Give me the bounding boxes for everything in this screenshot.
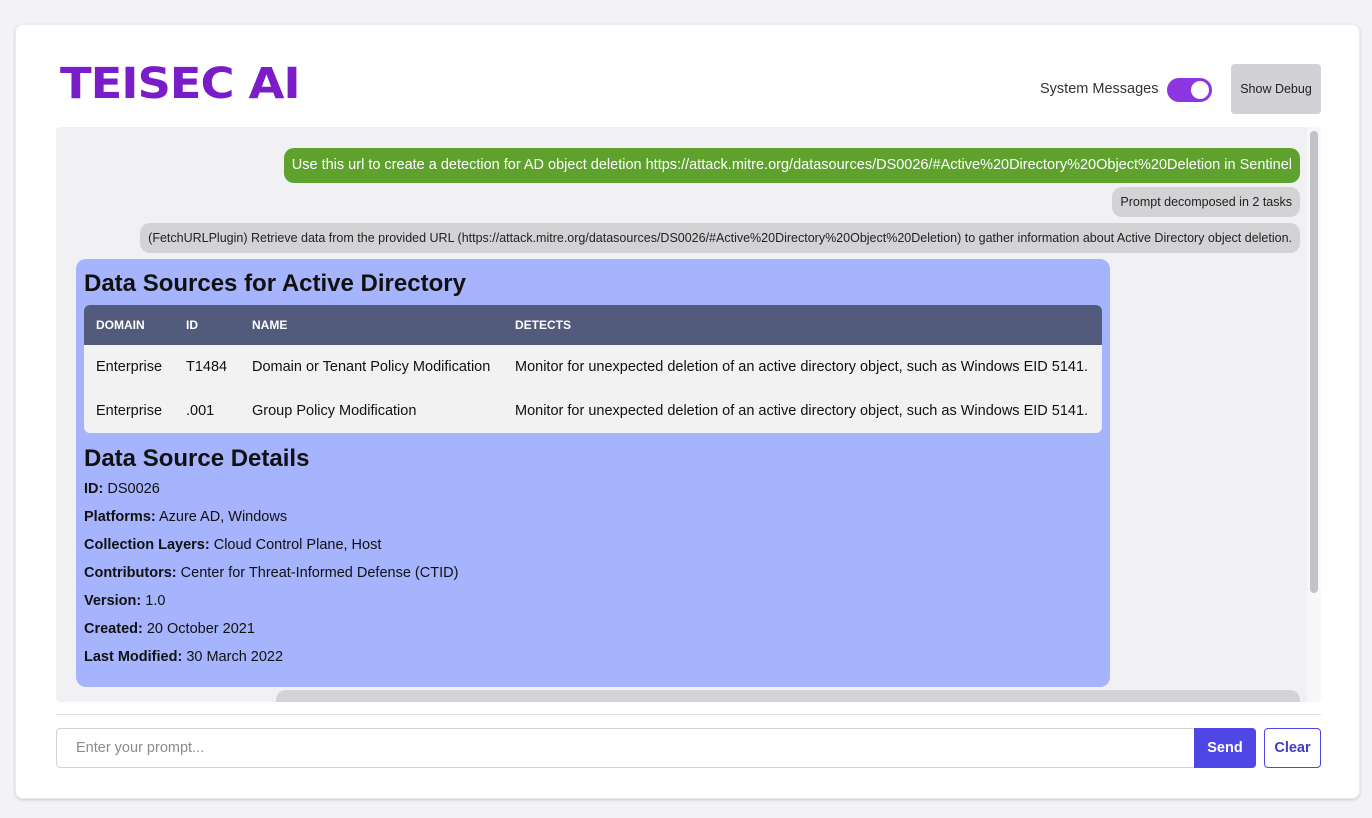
column-header-domain: DOMAIN	[96, 318, 145, 332]
detail-contributors: Contributors: Center for Threat-Informed…	[84, 559, 1102, 587]
cell-detects: Monitor for unexpected deletion of an ac…	[515, 359, 1089, 375]
detail-value: Azure AD, Windows	[158, 509, 288, 525]
show-debug-button[interactable]: Show Debug	[1231, 64, 1321, 114]
detail-value: Center for Threat-Informed Defense (CTID…	[180, 565, 459, 581]
detail-label: Created:	[84, 621, 143, 637]
assistant-result-bubble: Data Sources for Active Directory DOMAIN…	[76, 259, 1110, 687]
data-sources-table: DOMAIN ID NAME DETECTS Enterprise T1484 …	[84, 305, 1102, 433]
detail-value: DS0026	[107, 481, 160, 497]
chat-scrollbar[interactable]	[1307, 127, 1321, 702]
clear-button[interactable]: Clear	[1264, 728, 1321, 768]
result-title: Data Sources for Active Directory	[84, 270, 466, 297]
column-header-detects: DETECTS	[515, 318, 572, 332]
cell-id: T1484	[186, 359, 228, 375]
chat-history[interactable]: Use this url to create a detection for A…	[56, 127, 1321, 702]
detail-collection-layers: Collection Layers: Cloud Control Plane, …	[84, 531, 1102, 559]
system-message-bubble: (FetchURLPlugin) Retrieve data from the …	[140, 223, 1300, 253]
cell-domain: Enterprise	[96, 359, 163, 375]
table-header: DOMAIN ID NAME DETECTS	[84, 305, 1102, 345]
detail-last-modified: Last Modified: 30 March 2022	[84, 643, 1102, 671]
system-messages-label: System Messages	[1040, 81, 1159, 97]
detail-value: 1.0	[145, 593, 166, 609]
detail-label: Contributors:	[84, 565, 177, 581]
column-header-name: NAME	[252, 318, 288, 332]
divider	[56, 714, 1321, 715]
detail-label: Collection Layers:	[84, 537, 210, 553]
send-button[interactable]: Send	[1194, 728, 1256, 768]
details-title: Data Source Details	[84, 445, 310, 472]
user-message-bubble: Use this url to create a detection for A…	[283, 148, 1300, 183]
app-card: TEISEC AI System Messages Show Debug Use…	[15, 24, 1360, 799]
detail-label: ID:	[84, 481, 104, 497]
cell-detects: Monitor for unexpected deletion of an ac…	[515, 403, 1089, 419]
detail-value: 30 March 2022	[186, 649, 284, 665]
table-row: Enterprise .001 Group Policy Modificatio…	[84, 389, 1102, 433]
system-messages-toggle[interactable]	[1167, 78, 1212, 102]
cell-name: Group Policy Modification	[252, 403, 417, 419]
system-message-bubble: Prompt decomposed in 2 tasks	[1112, 187, 1300, 217]
cell-id: .001	[186, 403, 215, 419]
cell-domain: Enterprise	[96, 403, 163, 419]
detail-created: Created: 20 October 2021	[84, 615, 1102, 643]
column-header-id: ID	[186, 318, 198, 332]
toggle-knob	[1191, 81, 1209, 99]
chat-scrollbar-thumb[interactable]	[1310, 131, 1318, 593]
cell-name: Domain or Tenant Policy Modification	[252, 359, 491, 375]
detail-platforms: Platforms: Azure AD, Windows	[84, 503, 1102, 531]
detail-label: Version:	[84, 593, 142, 609]
system-message-bubble-partial	[276, 690, 1300, 702]
prompt-input[interactable]	[56, 728, 1194, 768]
app-logo: TEISEC AI	[60, 59, 301, 109]
detail-value: Cloud Control Plane, Host	[213, 537, 382, 553]
detail-label: Platforms:	[84, 509, 156, 525]
detail-version: Version: 1.0	[84, 587, 1102, 615]
detail-label: Last Modified:	[84, 649, 183, 665]
detail-id: ID: DS0026	[84, 475, 1102, 503]
detail-value: 20 October 2021	[146, 621, 255, 637]
table-row: Enterprise T1484 Domain or Tenant Policy…	[84, 345, 1102, 389]
